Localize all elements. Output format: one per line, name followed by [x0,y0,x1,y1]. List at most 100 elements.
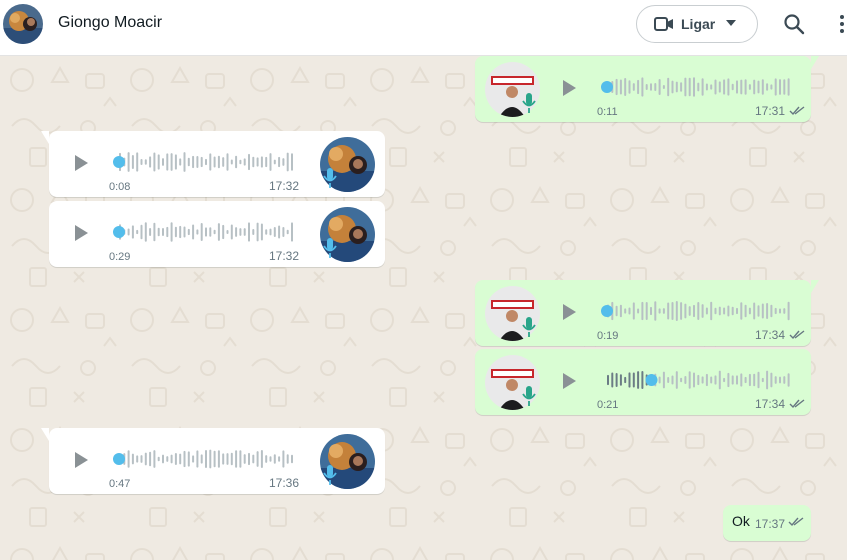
waveform-bar [774,307,777,315]
waveform-bar [252,229,255,235]
waveform-bar [684,303,687,319]
waveform-bar [144,159,147,165]
waveform-bar [127,450,130,468]
voice-duration: 0:19 [597,330,619,342]
voice-waveform[interactable] [601,74,791,100]
waveform-bar [278,156,281,168]
waveform-bar [131,154,134,170]
waveform-bar [637,371,640,389]
waveform-bar [256,222,259,242]
waveform-bar [174,452,177,466]
waveform-bar [282,450,285,468]
voice-waveform[interactable] [601,298,791,324]
waveform-bar [697,82,700,92]
text-message[interactable]: Ok 17:37 [723,505,811,541]
waveform-bar [205,158,207,166]
message-time: 17:32 [269,179,300,193]
contact-name[interactable]: Giongo Moacir [58,14,162,32]
waveform-bar [619,374,622,386]
play-icon[interactable] [561,372,577,390]
waveform-bar [286,229,289,235]
waveform-bar [744,376,747,384]
waveform-bar [179,225,182,239]
voice-message[interactable]: 0:47 17:36 [41,428,385,494]
waveform-bar [217,155,220,169]
chat-area[interactable]: 0:11 17:31 0:08 17:32 0:29 17:32 0:19 17… [0,56,847,560]
waveform-bar [260,156,263,168]
waveform-bar [252,454,255,464]
waveform-bar [127,152,130,172]
play-icon[interactable] [73,154,89,172]
waveform-bar [641,301,644,321]
menu-icon[interactable] [832,12,847,36]
waveform-bar [256,157,259,167]
waveform-bar [753,302,756,320]
waveform-bar [748,373,751,387]
voice-waveform[interactable] [113,149,293,175]
playback-position-dot[interactable] [601,305,613,317]
waveform-bar [265,229,268,235]
waveform-bar [153,450,156,468]
playback-position-dot[interactable] [113,156,125,168]
waveform-bar [671,301,674,321]
waveform-bar [166,226,169,238]
waveform-bar [607,374,609,386]
waveform-bar [265,156,268,168]
search-icon[interactable] [782,12,806,36]
message-time: 17:31 [755,104,786,118]
waveform-bar [149,451,152,467]
playback-position-dot[interactable] [645,374,658,386]
voice-duration: 0:21 [597,399,619,411]
voice-message[interactable]: 0:11 17:31 [475,56,819,122]
voice-message[interactable]: 0:08 17:32 [41,131,385,197]
play-icon[interactable] [73,224,89,242]
waveform-bar [153,152,156,172]
waveform-bar [697,374,700,386]
waveform-bar [744,304,747,318]
waveform-bar [632,302,635,320]
waveform-bar [757,371,760,389]
waveform-bar [166,153,169,171]
waveform-bar [748,307,751,315]
call-button[interactable]: Ligar [636,5,758,43]
waveform-bar [761,377,764,383]
playback-position-dot[interactable] [113,453,125,465]
play-icon[interactable] [561,303,577,321]
message-time: 17:37 [755,517,786,531]
waveform-bar [239,450,242,468]
waveform-bar [217,450,220,468]
mic-icon [522,386,536,406]
voice-duration: 0:47 [109,478,131,490]
waveform-bar [282,226,285,238]
waveform-bar [153,222,156,242]
waveform-bar [637,79,640,95]
double-check-icon [789,330,805,340]
waveform-bar [667,77,670,97]
voice-duration: 0:08 [109,181,131,193]
waveform-bar [723,307,726,315]
playback-position-dot[interactable] [113,226,125,238]
waveform-bar [662,371,665,389]
waveform-bar [736,307,738,315]
waveform-bar [766,303,769,319]
voice-waveform[interactable] [601,367,791,393]
voice-message[interactable]: 0:29 17:32 [49,201,385,267]
waveform-bar [701,376,704,384]
play-icon[interactable] [73,451,89,469]
waveform-bar [243,454,246,464]
voice-waveform[interactable] [113,219,293,245]
waveform-bar [209,153,212,171]
voice-waveform[interactable] [113,446,293,472]
waveform-bar [710,376,713,384]
waveform-bar [645,302,648,320]
waveform-bar [779,308,781,314]
voice-message[interactable]: 0:21 17:34 [475,349,811,415]
waveform-bar [136,152,139,172]
waveform-bar [273,454,276,464]
playback-position-dot[interactable] [601,81,613,93]
message-time: 17:32 [269,249,300,263]
contact-avatar[interactable] [3,4,43,44]
voice-message[interactable]: 0:19 17:34 [475,280,819,346]
waveform-bar [200,156,203,168]
play-icon[interactable] [561,79,577,97]
